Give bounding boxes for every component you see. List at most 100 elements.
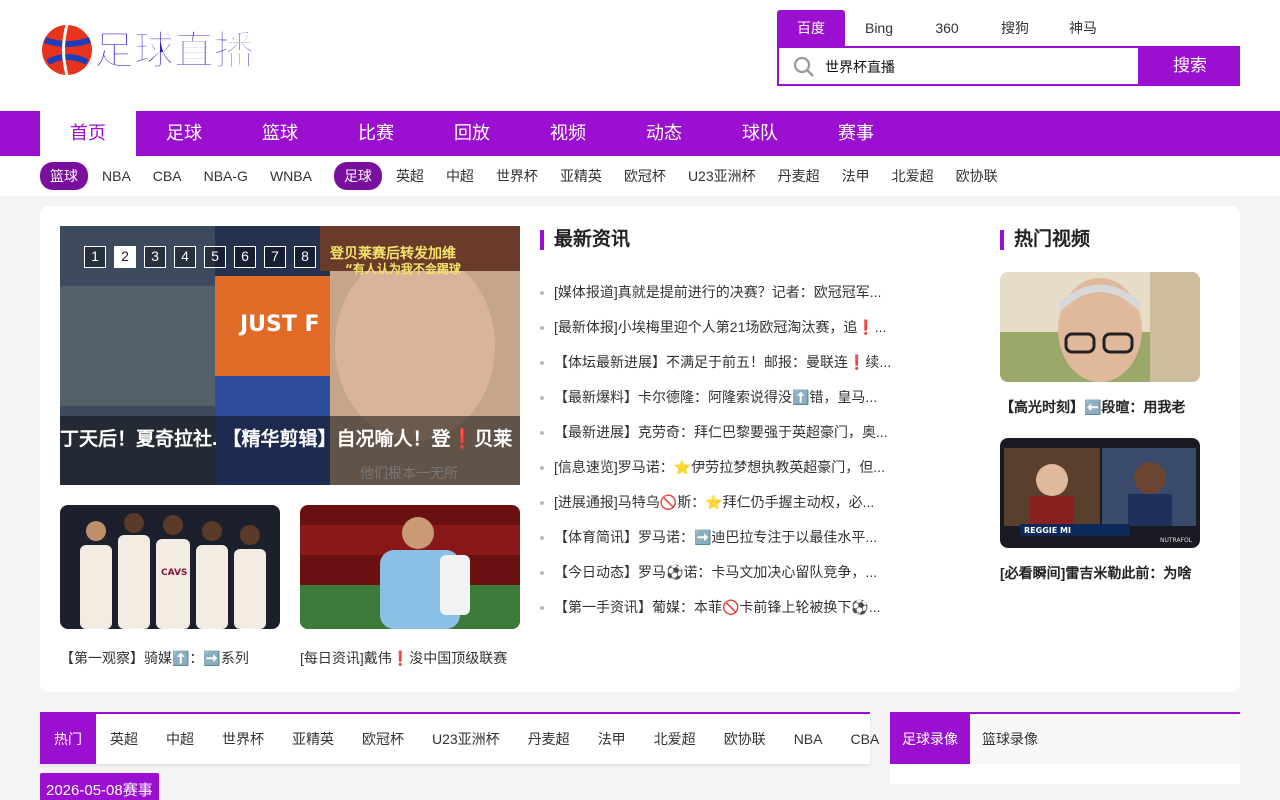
news-item[interactable]: [媒体报道]真就是提前进行的决赛？记者：欧冠冠军...: [540, 281, 915, 316]
tab-item[interactable]: 中超: [152, 714, 208, 764]
subnav-link[interactable]: 亚精英: [560, 166, 602, 186]
slider-dot[interactable]: 1: [84, 246, 106, 268]
nav-teams[interactable]: 球队: [712, 111, 808, 156]
nav-home[interactable]: 首页: [40, 111, 136, 156]
video-thumbnail[interactable]: REGGIE MI NUTRAFOL: [1000, 438, 1200, 548]
subnav-link[interactable]: 英超: [396, 166, 424, 186]
subnav-link[interactable]: NBA: [102, 168, 131, 184]
tab-item[interactable]: 亚精英: [278, 714, 348, 764]
nav-football[interactable]: 足球: [136, 111, 232, 156]
slider-dot[interactable]: 4: [174, 246, 196, 268]
nav-basketball[interactable]: 篮球: [232, 111, 328, 156]
subnav-link[interactable]: 北爱超: [892, 166, 934, 186]
slider-dot[interactable]: 7: [264, 246, 286, 268]
subnav-link[interactable]: NBA-G: [204, 168, 248, 184]
news-item[interactable]: [最新体报]小埃梅里迎个人第21场欧冠淘汰赛，追❗...: [540, 316, 915, 351]
main-nav: 首页 足球 篮球 比赛 回放 视频 动态 球队 赛事: [0, 111, 1280, 156]
subnav-link[interactable]: 世界杯: [496, 166, 538, 186]
slider-dot[interactable]: 5: [204, 246, 226, 268]
search-button[interactable]: 搜索: [1140, 46, 1240, 86]
tab-hot[interactable]: 热门: [40, 714, 96, 764]
engine-tab-bing[interactable]: Bing: [845, 10, 913, 46]
engine-tab-shenma[interactable]: 神马: [1049, 10, 1117, 46]
tab-football-replay[interactable]: 足球录像: [890, 714, 970, 764]
news-item[interactable]: 【体育简讯】罗马诺：➡️迪巴拉专注于以最佳水平...: [540, 526, 915, 561]
football-player-image: [300, 505, 520, 629]
nav-replay[interactable]: 回放: [424, 111, 520, 156]
content-card: JUST F 登贝莱赛后转发加维 “有人认为我不会踢球 他们根本一无所 1 2 …: [40, 206, 1240, 692]
tab-item[interactable]: 欧冠杯: [348, 714, 418, 764]
slider-dot[interactable]: 8: [294, 246, 316, 268]
date-badge: 2026-05-08赛事: [40, 773, 159, 800]
tab-item[interactable]: 北爱超: [640, 714, 710, 764]
tab-item[interactable]: 欧协联: [710, 714, 780, 764]
subnav-link[interactable]: 欧协联: [956, 166, 998, 186]
subnav-link[interactable]: WNBA: [270, 168, 312, 184]
basketball-tag[interactable]: 篮球: [40, 162, 88, 190]
image-slider[interactable]: JUST F 登贝莱赛后转发加维 “有人认为我不会踢球 他们根本一无所 1 2 …: [60, 226, 520, 485]
video-thumbnail[interactable]: [1000, 272, 1200, 382]
news-item[interactable]: [进展通报]马特乌🚫斯：⭐拜仁仍手握主动权，必...: [540, 491, 915, 526]
subnav-link[interactable]: CBA: [153, 168, 182, 184]
slider-pagination: 1 2 3 4 5 6 7 8: [84, 246, 324, 268]
search-icon: [793, 56, 814, 77]
news-item[interactable]: 【体坛最新进展】不满足于前五！邮报：曼联连❗续...: [540, 351, 915, 386]
logo-text: 足球直播: [94, 28, 255, 74]
video-caption[interactable]: 【高光时刻】⬅️段暄：用我老: [1000, 397, 1210, 417]
subnav-link[interactable]: 中超: [446, 166, 474, 186]
slider-dot[interactable]: 6: [234, 246, 256, 268]
sub-nav: 篮球 NBA CBA NBA-G WNBA 足球 英超 中超 世界杯 亚精英 欧…: [0, 156, 1280, 196]
slider-overlay-text: 登贝莱赛后转发加维: [329, 245, 456, 262]
tab-basketball-replay[interactable]: 篮球录像: [970, 714, 1050, 764]
nav-news[interactable]: 动态: [616, 111, 712, 156]
replay-panel: [890, 764, 1240, 784]
thumbnail-caption[interactable]: 【第一观察】骑媒⬆️：➡️系列: [60, 648, 290, 668]
search-box: [777, 46, 1140, 86]
news-item[interactable]: 【今日动态】罗马⚽诺：卡马文加决心留队竞争，...: [540, 561, 915, 596]
news-item[interactable]: [信息速览]罗马诺：⭐伊劳拉梦想执教英超豪门，但...: [540, 456, 915, 491]
nav-events[interactable]: 赛事: [808, 111, 904, 156]
slider-caption[interactable]: 丁天后！夏奇拉社. 【精华剪辑】自况喻人！登❗贝莱: [60, 424, 520, 458]
subnav-link[interactable]: 欧冠杯: [624, 166, 666, 186]
search-engine-tabs: 百度 Bing 360 搜狗 神马: [777, 10, 1117, 46]
jersey-text: CAVS: [161, 568, 187, 578]
replay-tabs: 足球录像 篮球录像: [890, 712, 1240, 764]
news-item[interactable]: 【最新进展】克劳奇：拜仁巴黎要强于英超豪门，奥...: [540, 421, 915, 456]
basketball-icon: [42, 24, 92, 76]
subnav-link[interactable]: U23亚洲杯: [688, 166, 756, 186]
news-thumbnail[interactable]: CAVS: [60, 505, 280, 629]
latest-news-title: 最新资讯: [540, 229, 630, 251]
thumbnail-caption[interactable]: [每日资讯]戴伟❗浚中国顶级联赛: [300, 648, 530, 668]
hot-videos-title: 热门视频: [1000, 229, 1090, 251]
nav-video[interactable]: 视频: [520, 111, 616, 156]
news-thumbnail[interactable]: [300, 505, 520, 629]
basketball-team-image: CAVS: [60, 505, 280, 629]
slider-subtitle: 他们根本一无所: [360, 466, 458, 482]
subnav-link[interactable]: 法甲: [842, 166, 870, 186]
subnav-link[interactable]: 丹麦超: [778, 166, 820, 186]
engine-tab-360[interactable]: 360: [913, 10, 981, 46]
slider-overlay-text: “有人认为我不会踢球: [345, 261, 462, 276]
football-tag[interactable]: 足球: [333, 162, 382, 190]
latest-news-list: [媒体报道]真就是提前进行的决赛？记者：欧冠冠军... [最新体报]小埃梅里迎个…: [540, 281, 915, 631]
slider-dot[interactable]: 3: [144, 246, 166, 268]
video-image: [1000, 272, 1200, 382]
slider-dot[interactable]: 2: [114, 246, 136, 268]
tab-item[interactable]: 世界杯: [208, 714, 278, 764]
search-input[interactable]: [825, 55, 1125, 79]
video-image: REGGIE MI NUTRAFOL: [1000, 438, 1200, 548]
engine-tab-baidu[interactable]: 百度: [777, 10, 845, 46]
tab-item[interactable]: 丹麦超: [514, 714, 584, 764]
tab-item[interactable]: CBA: [836, 714, 893, 764]
news-item[interactable]: 【第一手资讯】葡媒：本菲🚫卡前锋上轮被换下⚽...: [540, 596, 915, 631]
tab-item[interactable]: U23亚洲杯: [418, 714, 514, 764]
tab-item[interactable]: 英超: [96, 714, 152, 764]
schedule-tabs: 热门 英超 中超 世界杯 亚精英 欧冠杯 U23亚洲杯 丹麦超 法甲 北爱超 欧…: [40, 712, 879, 764]
tab-item[interactable]: 法甲: [584, 714, 640, 764]
engine-tab-sogou[interactable]: 搜狗: [981, 10, 1049, 46]
video-caption[interactable]: [必看瞬间]雷吉米勒此前：为啥: [1000, 563, 1210, 583]
nav-matches[interactable]: 比赛: [328, 111, 424, 156]
news-item[interactable]: 【最新爆料】卡尔德隆：阿隆索说得没⬆️错，皇马...: [540, 386, 915, 421]
site-logo[interactable]: 足球直播: [40, 18, 280, 78]
tab-item[interactable]: NBA: [780, 714, 837, 764]
